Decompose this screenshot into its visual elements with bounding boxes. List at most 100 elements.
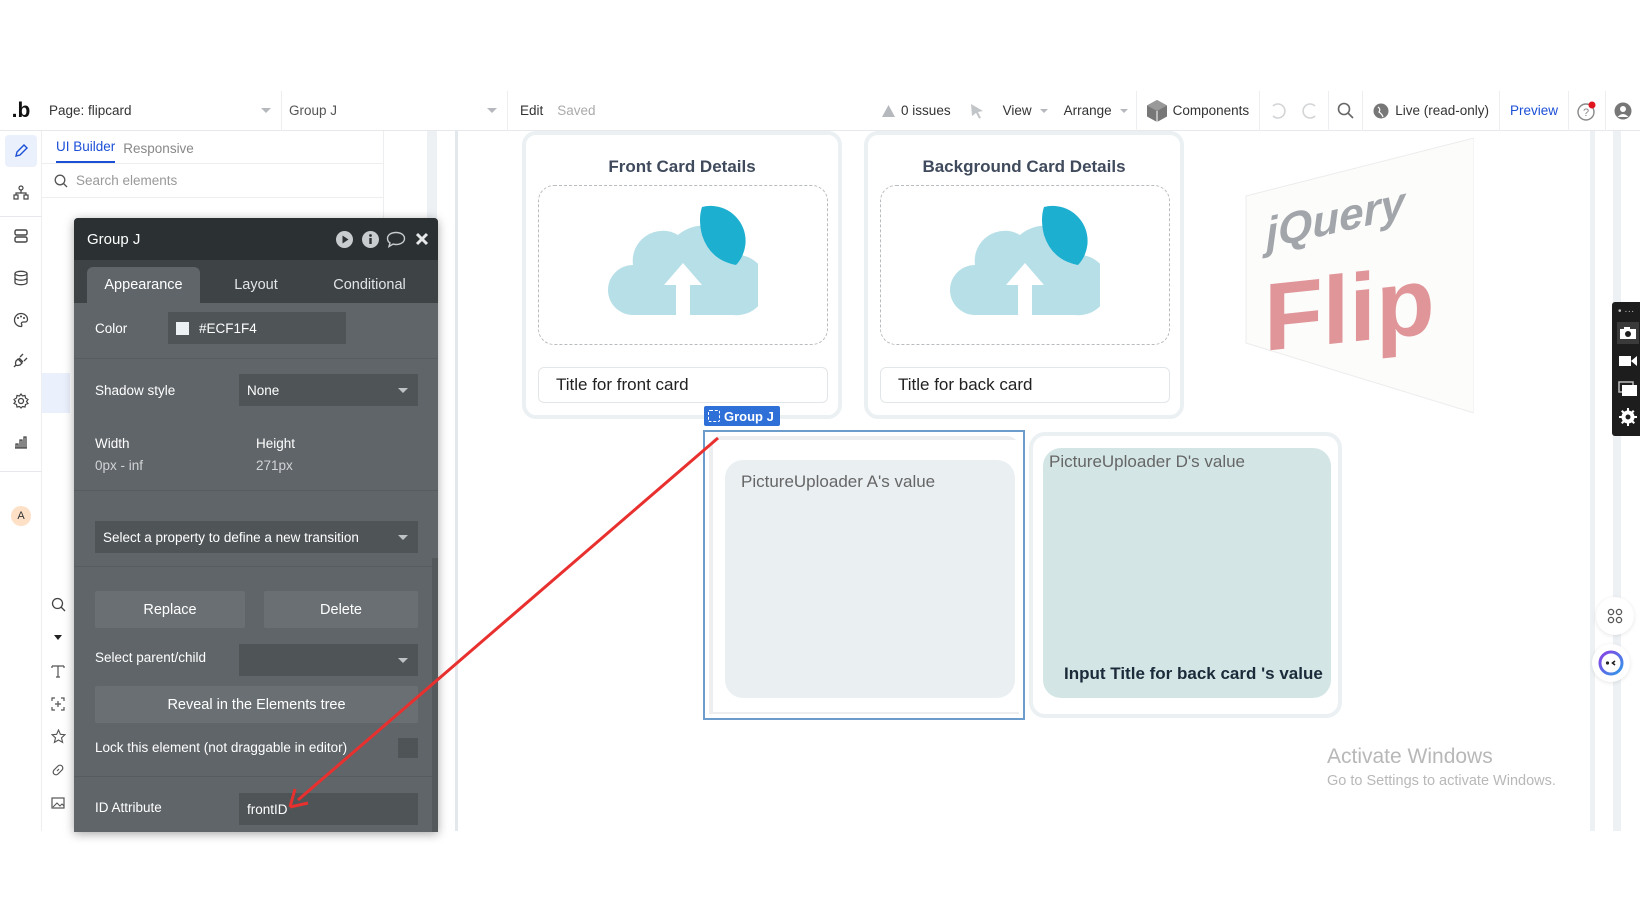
warning-icon: [882, 104, 896, 117]
close-button[interactable]: [412, 229, 432, 249]
shadow-style-dropdown[interactable]: None: [239, 374, 418, 406]
tab-responsive[interactable]: Responsive: [123, 141, 194, 163]
parent-child-dropdown[interactable]: [239, 644, 418, 676]
arrange-menu[interactable]: Arrange: [1056, 90, 1137, 131]
lock-checkbox[interactable]: [398, 738, 418, 758]
group-j-selection-tag[interactable]: Group J: [704, 406, 780, 426]
height-label: Height: [256, 436, 296, 451]
undo-button[interactable]: [1260, 91, 1294, 131]
color-picker[interactable]: #ECF1F4: [168, 312, 346, 344]
help-button[interactable]: ?: [1569, 90, 1606, 131]
preview-label: Preview: [1509, 103, 1558, 118]
front-card-title-input[interactable]: Title for front card: [538, 367, 828, 403]
inspect-button[interactable]: [959, 91, 995, 131]
shortcuts-button[interactable]: [1596, 597, 1634, 635]
group-j[interactable]: PictureUploader A's value: [703, 430, 1025, 720]
property-editor-scrollbar[interactable]: [432, 558, 438, 832]
front-card-group[interactable]: Front Card Details Title for front card: [522, 131, 842, 419]
assistant-button[interactable]: [1592, 644, 1630, 682]
preview-element-button[interactable]: [334, 229, 354, 249]
server-icon: [14, 229, 28, 243]
link-tool[interactable]: [42, 753, 74, 786]
reveal-in-tree-button[interactable]: Reveal in the Elements tree: [95, 686, 418, 723]
tab-conditional[interactable]: Conditional: [312, 267, 427, 303]
focus-tool[interactable]: [42, 687, 74, 720]
shadow-style-value: None: [247, 382, 280, 398]
gear-icon: [13, 393, 29, 409]
database-tab[interactable]: [5, 262, 37, 294]
group-icon: [708, 410, 720, 422]
assistant-bot-icon: [1598, 650, 1624, 676]
left-icon-bar: A: [0, 131, 42, 831]
components-button[interactable]: Components: [1137, 90, 1261, 131]
color-value: #ECF1F4: [199, 320, 257, 336]
delete-button[interactable]: Delete: [264, 591, 418, 628]
window-capture-button[interactable]: [1617, 378, 1639, 400]
element-selector[interactable]: Group J: [282, 90, 508, 131]
back-picture-uploader[interactable]: [880, 185, 1170, 345]
picture-uploader-a-value[interactable]: PictureUploader A's value: [725, 460, 1015, 698]
image-tool[interactable]: [42, 786, 74, 819]
bubble-logo[interactable]: .b: [0, 99, 42, 123]
page-selector[interactable]: Page: flipcard: [42, 90, 282, 131]
picture-uploader-d-value[interactable]: PictureUploader D's value Input Title fo…: [1043, 448, 1331, 698]
tab-ui-builder[interactable]: UI Builder: [56, 139, 116, 163]
focus-icon: [51, 696, 65, 711]
selected-tree-row[interactable]: [42, 373, 70, 413]
jquery-flip-image[interactable]: jQuery Flip: [1244, 137, 1475, 414]
shadow-row: Shadow style: [95, 380, 175, 400]
back-card-title-input[interactable]: Title for back card: [880, 367, 1170, 403]
color-row: Color: [95, 318, 127, 338]
tab-appearance[interactable]: Appearance: [87, 267, 200, 303]
transition-dropdown[interactable]: Select a property to define a new transi…: [95, 521, 418, 553]
more-icon[interactable]: • ···: [1618, 306, 1634, 317]
watermark-subtitle: Go to Settings to activate Windows.: [1327, 773, 1556, 789]
screenshot-button[interactable]: [1617, 322, 1639, 344]
property-editor-header[interactable]: Group J: [74, 218, 438, 260]
live-version-button[interactable]: Live (read-only): [1363, 90, 1500, 131]
star-tool[interactable]: [42, 720, 74, 753]
user-avatar[interactable]: A: [11, 506, 31, 526]
styles-tab[interactable]: [5, 304, 37, 336]
picture-d-placeholder: PictureUploader D's value: [1049, 452, 1246, 471]
star-icon: [50, 729, 66, 744]
chevron-down-icon: [1039, 108, 1048, 113]
front-card-title: Front Card Details: [608, 157, 756, 176]
back-card-group[interactable]: Background Card Details Title for back c…: [864, 131, 1184, 419]
comment-button[interactable]: [386, 229, 406, 249]
workflow-tab[interactable]: [5, 177, 37, 209]
tab-layout[interactable]: Layout: [200, 267, 312, 303]
pencil-icon: [15, 144, 28, 157]
record-button[interactable]: [1617, 350, 1639, 372]
edit-menu[interactable]: Edit: [508, 91, 551, 131]
data-tab[interactable]: [5, 220, 37, 252]
search-icon: [1337, 102, 1354, 119]
plugins-tab[interactable]: [5, 344, 37, 376]
height-label-row: Height: [256, 436, 295, 451]
transition-placeholder: Select a property to define a new transi…: [103, 529, 359, 545]
element-info-button[interactable]: [360, 229, 380, 249]
lock-row: Lock this element (not draggable in edit…: [95, 740, 347, 755]
settings-tab[interactable]: [5, 385, 37, 417]
design-tab[interactable]: [5, 135, 37, 167]
search-input[interactable]: Search elements: [76, 173, 177, 188]
replace-button[interactable]: Replace: [95, 591, 245, 628]
capture-settings-button[interactable]: [1617, 406, 1639, 428]
id-attribute-input[interactable]: frontID: [239, 793, 418, 825]
edit-label: Edit: [520, 103, 544, 118]
redo-button[interactable]: [1294, 90, 1330, 131]
preview-button[interactable]: Preview: [1500, 90, 1569, 131]
account-button[interactable]: [1606, 91, 1640, 131]
camera-icon: [1620, 327, 1636, 339]
front-picture-uploader[interactable]: [538, 185, 828, 345]
search-tool[interactable]: [42, 588, 74, 621]
text-tool[interactable]: [42, 654, 74, 687]
issues-button[interactable]: 0 issues: [874, 91, 959, 131]
id-attribute-label: ID Attribute: [95, 800, 162, 815]
elements-search[interactable]: Search elements: [42, 164, 383, 198]
group-d[interactable]: PictureUploader D's value Input Title fo…: [1029, 432, 1342, 718]
search-button[interactable]: [1329, 90, 1364, 131]
expand-tool[interactable]: [42, 621, 74, 654]
view-menu[interactable]: View: [995, 91, 1056, 131]
logs-tab[interactable]: [5, 426, 37, 458]
